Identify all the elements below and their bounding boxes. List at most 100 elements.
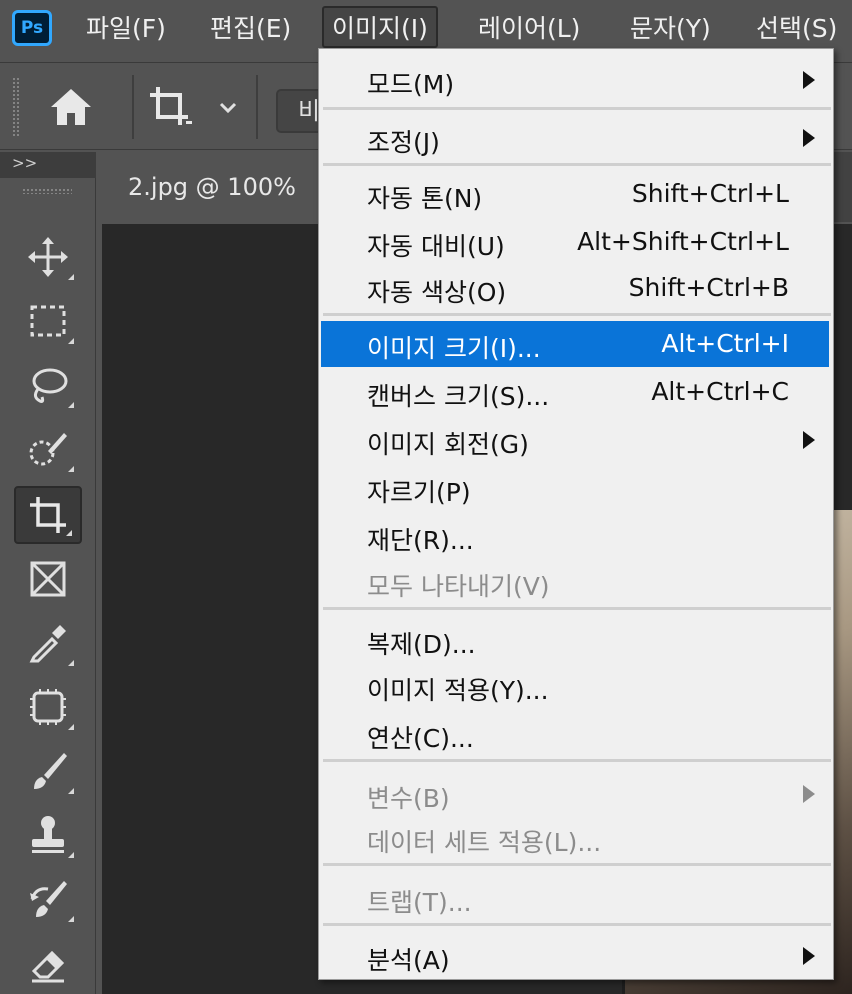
- options-separator: [256, 75, 258, 139]
- submenu-arrow-icon: [803, 785, 815, 803]
- move-tool[interactable]: [14, 228, 82, 286]
- move-icon: [28, 237, 68, 277]
- tools-panel: >>: [0, 152, 96, 994]
- home-button[interactable]: [46, 85, 96, 129]
- eraser-icon: [31, 950, 65, 983]
- crop-preset-dropdown[interactable]: [214, 93, 242, 121]
- crop-preset-button[interactable]: [146, 83, 196, 131]
- crop-icon: [150, 87, 192, 125]
- menu-item-shortcut: Alt+Shift+Ctrl+L: [577, 227, 789, 256]
- tool-flyout-indicator: [68, 338, 74, 344]
- menu-item-apply-image[interactable]: 이미지 적용(Y)...: [321, 663, 829, 709]
- menu-item-label: 자르기(P): [367, 478, 471, 507]
- lasso-tool[interactable]: [14, 356, 82, 414]
- menu-separator: [323, 923, 831, 926]
- menu-item-label: 변수(B): [367, 784, 450, 813]
- menu-file[interactable]: 파일(F): [78, 6, 174, 48]
- menu-item-auto-contrast[interactable]: 자동 대비(U) Alt+Shift+Ctrl+L: [321, 219, 829, 265]
- menu-item-label: 이미지 적용(Y)...: [367, 676, 549, 705]
- menu-item-auto-color[interactable]: 자동 색상(O) Shift+Ctrl+B: [321, 265, 829, 311]
- tool-flyout-indicator: [68, 852, 74, 858]
- healing-patch-icon: [30, 689, 66, 725]
- menu-item-label: 재단(R)...: [367, 526, 474, 555]
- crop-icon: [30, 497, 66, 533]
- menu-separator: [323, 107, 831, 110]
- menu-item-apply-data-set: 데이터 세트 적용(L)...: [321, 815, 829, 861]
- menu-item-calculations[interactable]: 연산(C)...: [321, 711, 829, 757]
- quick-selection-brush-icon: [29, 433, 67, 466]
- menu-item-mode[interactable]: 모드(M): [321, 57, 829, 103]
- menu-item-label: 자동 색상(O): [367, 278, 507, 307]
- menu-item-label: 캔버스 크기(S)...: [367, 382, 550, 411]
- options-separator: [132, 75, 134, 139]
- menu-item-duplicate[interactable]: 복제(D)...: [321, 617, 829, 663]
- menu-item-label: 모드(M): [367, 70, 455, 99]
- menu-item-image-rotation[interactable]: 이미지 회전(G): [321, 417, 829, 463]
- tool-flyout-indicator: [68, 916, 74, 922]
- menu-item-label: 트랩(T)...: [367, 888, 472, 917]
- menu-item-crop[interactable]: 자르기(P): [321, 465, 829, 511]
- brush-tool[interactable]: [14, 742, 82, 800]
- history-brush-tool[interactable]: [14, 870, 82, 928]
- options-bar-grip[interactable]: [12, 77, 20, 137]
- menu-item-label: 복제(D)...: [367, 630, 476, 659]
- submenu-arrow-icon: [803, 947, 815, 965]
- submenu-arrow-icon: [803, 431, 815, 449]
- tools-panel-grip[interactable]: [22, 188, 72, 194]
- frame-icon: [30, 561, 66, 597]
- menu-item-label: 데이터 세트 적용(L)...: [367, 828, 602, 857]
- tool-flyout-indicator: [68, 466, 74, 472]
- tool-flyout-indicator: [68, 660, 74, 666]
- menu-item-label: 조정(J): [367, 128, 440, 157]
- menu-item-shortcut: Shift+Ctrl+L: [631, 179, 789, 208]
- eraser-tool[interactable]: [14, 934, 82, 992]
- spot-healing-tool[interactable]: [14, 678, 82, 736]
- menu-type[interactable]: 문자(Y): [622, 6, 719, 48]
- menu-item-shortcut: Alt+Ctrl+C: [651, 377, 789, 406]
- tool-flyout-indicator: [68, 788, 74, 794]
- menu-item-shortcut: Alt+Ctrl+I: [661, 329, 789, 358]
- menu-separator: [323, 863, 831, 866]
- menu-item-auto-tone[interactable]: 자동 톤(N) Shift+Ctrl+L: [321, 171, 829, 217]
- menu-item-reveal-all: 모두 나타내기(V): [321, 559, 829, 605]
- crop-tool[interactable]: [14, 486, 82, 544]
- menu-item-image-size[interactable]: 이미지 크기(I)... Alt+Ctrl+I: [321, 321, 829, 367]
- marquee-tool[interactable]: [14, 292, 82, 350]
- menu-item-trim[interactable]: 재단(R)...: [321, 513, 829, 559]
- rectangle-marquee-icon: [30, 305, 66, 337]
- menu-item-trap: 트랩(T)...: [321, 875, 829, 921]
- clone-stamp-tool[interactable]: [14, 806, 82, 864]
- quick-selection-tool[interactable]: [14, 420, 82, 478]
- menu-item-analysis[interactable]: 분석(A): [321, 933, 829, 979]
- eyedropper-icon: [29, 625, 66, 663]
- menu-edit[interactable]: 편집(E): [202, 6, 299, 48]
- menu-item-variables: 변수(B): [321, 771, 829, 817]
- history-brush-icon: [30, 881, 67, 917]
- tool-flyout-indicator: [66, 530, 72, 536]
- tool-flyout-indicator: [68, 402, 74, 408]
- photoshop-logo-icon[interactable]: Ps: [12, 10, 52, 46]
- tools-panel-expand[interactable]: >>: [0, 152, 96, 178]
- menu-item-canvas-size[interactable]: 캔버스 크기(S)... Alt+Ctrl+C: [321, 369, 829, 415]
- home-icon: [51, 89, 91, 125]
- lasso-icon: [32, 368, 68, 403]
- menu-item-label: 이미지 크기(I)...: [367, 334, 541, 363]
- menu-item-shortcut: Shift+Ctrl+B: [628, 273, 789, 302]
- menu-item-adjustments[interactable]: 조정(J): [321, 115, 829, 161]
- brush-icon: [34, 753, 67, 789]
- frame-tool[interactable]: [14, 550, 82, 608]
- document-tab[interactable]: 2.jpg @ 100%: [102, 152, 332, 222]
- submenu-arrow-icon: [803, 129, 815, 147]
- menu-image[interactable]: 이미지(I): [322, 6, 438, 48]
- menu-select[interactable]: 선택(S): [748, 6, 845, 48]
- menu-separator: [323, 313, 831, 316]
- menu-item-label: 자동 톤(N): [367, 184, 483, 213]
- eyedropper-tool[interactable]: [14, 614, 82, 672]
- menu-item-label: 모두 나타내기(V): [367, 572, 550, 601]
- menu-item-label: 연산(C)...: [367, 724, 474, 753]
- menu-layer[interactable]: 레이어(L): [470, 6, 588, 48]
- menu-separator: [323, 759, 831, 762]
- menu-item-label: 이미지 회전(G): [367, 430, 529, 459]
- submenu-arrow-icon: [803, 71, 815, 89]
- tool-flyout-indicator: [68, 724, 74, 730]
